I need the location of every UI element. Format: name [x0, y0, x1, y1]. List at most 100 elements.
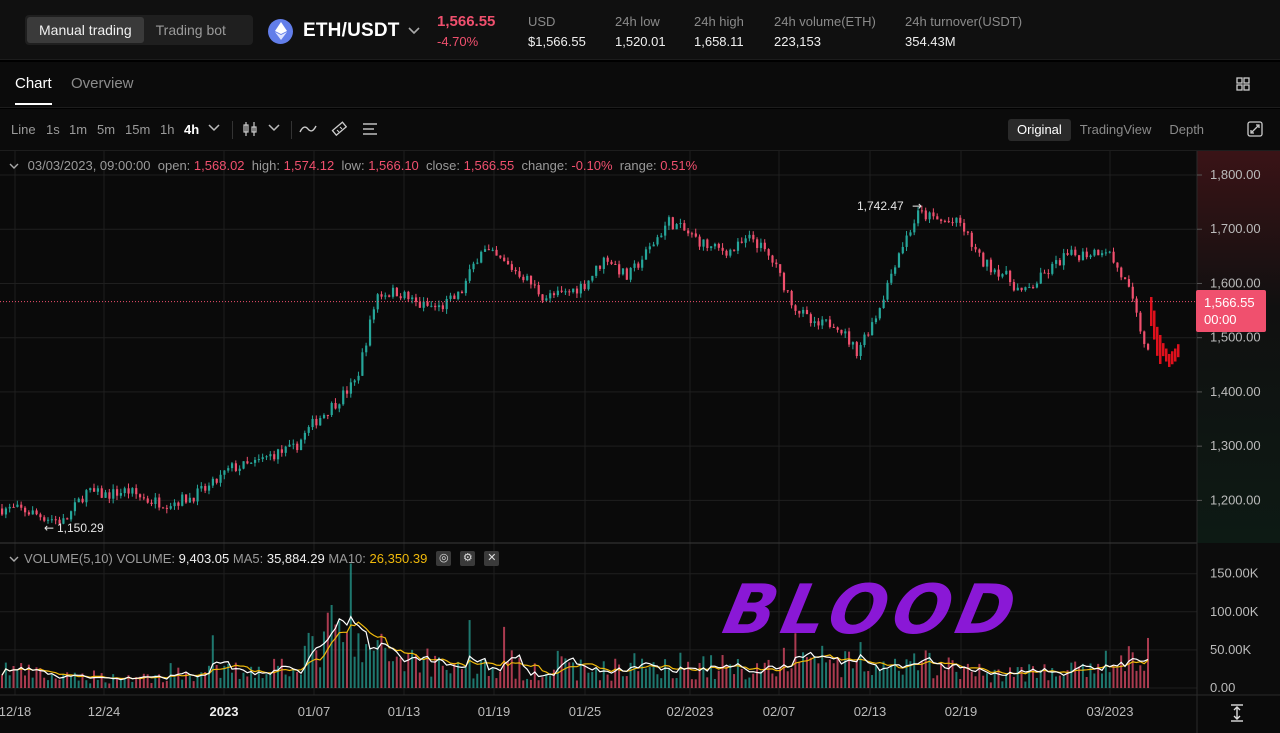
volume-bar — [874, 665, 877, 688]
volume-bar — [710, 655, 713, 688]
stat-value: 354.43M — [905, 34, 956, 49]
volume-bar — [395, 656, 398, 688]
price-tick-label: 1,800.00 — [1210, 167, 1261, 182]
chevron-down-icon[interactable] — [268, 124, 280, 132]
volume-bar — [767, 659, 770, 688]
crash-candle — [1153, 310, 1156, 340]
interval-1m[interactable]: 1m — [69, 122, 87, 137]
stat-value: $1,566.55 — [528, 34, 586, 49]
volume-bar — [441, 665, 444, 688]
time-tick-label: 01/13 — [388, 704, 421, 719]
candle-body — [338, 404, 341, 409]
volume-bar — [142, 673, 145, 688]
stat-label: 24h low — [615, 14, 660, 29]
chart-area[interactable]: 1,800.00 1,700.00 1,600.00 1,500.00 1,400.00… — [0, 151, 1280, 733]
tab-chart[interactable]: Chart — [15, 75, 52, 92]
candle-body — [112, 489, 115, 499]
interval-1h[interactable]: 1h — [160, 122, 174, 137]
volume-bar — [1131, 652, 1134, 688]
interval-5m[interactable]: 5m — [97, 122, 115, 137]
volume-bar — [31, 677, 34, 688]
stat-24h-high: 24h high 1,658.11 — [694, 14, 744, 49]
candle-body — [319, 418, 322, 426]
candlestick-type-icon[interactable] — [242, 121, 258, 137]
candle-body — [453, 295, 456, 299]
volume-bar — [119, 679, 122, 688]
volume-bar — [1, 675, 3, 688]
candle-body — [307, 427, 310, 433]
interval-1s[interactable]: 1s — [46, 122, 60, 137]
auto-scale-icon[interactable] — [1229, 704, 1245, 722]
interval-line[interactable]: Line — [11, 122, 36, 137]
gear-icon[interactable]: ⚙ — [460, 551, 476, 566]
candle-body — [710, 246, 713, 249]
manual-trading-tab[interactable]: Manual trading — [27, 17, 144, 43]
low-marker-label: 1,150.29 — [57, 521, 104, 535]
view-original[interactable]: Original — [1008, 119, 1071, 141]
candle-body — [1143, 331, 1146, 344]
volume-bar — [1039, 669, 1042, 688]
volume-bar — [207, 665, 210, 688]
candle-body — [874, 318, 878, 323]
candle-body — [951, 222, 954, 224]
candle-body — [656, 237, 659, 245]
volume-bar — [315, 650, 318, 688]
interval-15m[interactable]: 15m — [125, 122, 150, 137]
pair-selector[interactable]: ETH/USDT — [268, 18, 420, 44]
interval-4h[interactable]: 4h — [184, 122, 199, 137]
volume-bar — [955, 671, 958, 688]
volume-bar — [1104, 650, 1107, 688]
chevron-down-icon[interactable] — [9, 162, 19, 170]
view-depth[interactable]: Depth — [1160, 119, 1213, 141]
candle-body — [92, 488, 96, 492]
candle-body — [8, 506, 11, 509]
ohlc-close: 1,566.55 — [463, 158, 515, 173]
view-tradingview[interactable]: TradingView — [1071, 119, 1161, 141]
volume-tick-label: 50.00K — [1210, 642, 1252, 657]
stat-value: 1,520.01 — [615, 34, 666, 49]
volume-bar — [368, 647, 371, 688]
candle-body — [506, 260, 510, 265]
price-chart[interactable]: 1,800.001,700.001,600.001,500.001,400.00… — [0, 151, 1280, 733]
candle-body — [641, 259, 644, 268]
candle-body — [230, 463, 234, 469]
candle-body — [445, 298, 448, 310]
indicator-wave-icon[interactable] — [299, 121, 317, 137]
volume-bar — [844, 651, 847, 688]
settings-list-icon[interactable] — [362, 121, 378, 137]
drawing-ruler-icon[interactable] — [331, 121, 347, 137]
trading-bot-tab[interactable]: Trading bot — [144, 17, 238, 43]
candlesticks — [1, 205, 1180, 526]
candle-body — [31, 510, 34, 515]
candle-body — [503, 257, 506, 261]
close-icon[interactable]: ✕ — [484, 551, 500, 566]
candle-body — [725, 250, 728, 256]
volume-bar — [280, 658, 283, 688]
candle-body — [794, 305, 797, 311]
candle-body — [365, 345, 368, 353]
time-tick-label: 2023 — [210, 704, 239, 719]
candle-body — [629, 267, 632, 280]
candle-body — [414, 297, 418, 302]
volume-bar — [529, 679, 532, 688]
time-tick-label: 01/19 — [478, 704, 511, 719]
candle-body — [763, 242, 766, 250]
eye-icon[interactable]: ◎ — [436, 551, 452, 566]
volume-bar — [775, 676, 778, 688]
candle-body — [821, 319, 824, 326]
candle-body — [1001, 274, 1004, 277]
candle-body — [575, 288, 579, 294]
volume-bar — [242, 672, 245, 688]
volume-bar — [725, 666, 728, 688]
volume-bar — [131, 681, 134, 688]
tab-overview[interactable]: Overview — [71, 75, 134, 92]
fullscreen-icon[interactable] — [1247, 121, 1263, 137]
candle-body — [963, 222, 966, 232]
chevron-down-icon[interactable] — [9, 555, 19, 563]
volume-bar — [702, 656, 705, 688]
volume-bar — [457, 661, 460, 688]
time-tick-label: 02/2023 — [667, 704, 714, 719]
candle-body — [825, 319, 828, 321]
layout-grid-icon[interactable] — [1236, 77, 1250, 91]
chevron-down-icon[interactable] — [208, 124, 220, 132]
